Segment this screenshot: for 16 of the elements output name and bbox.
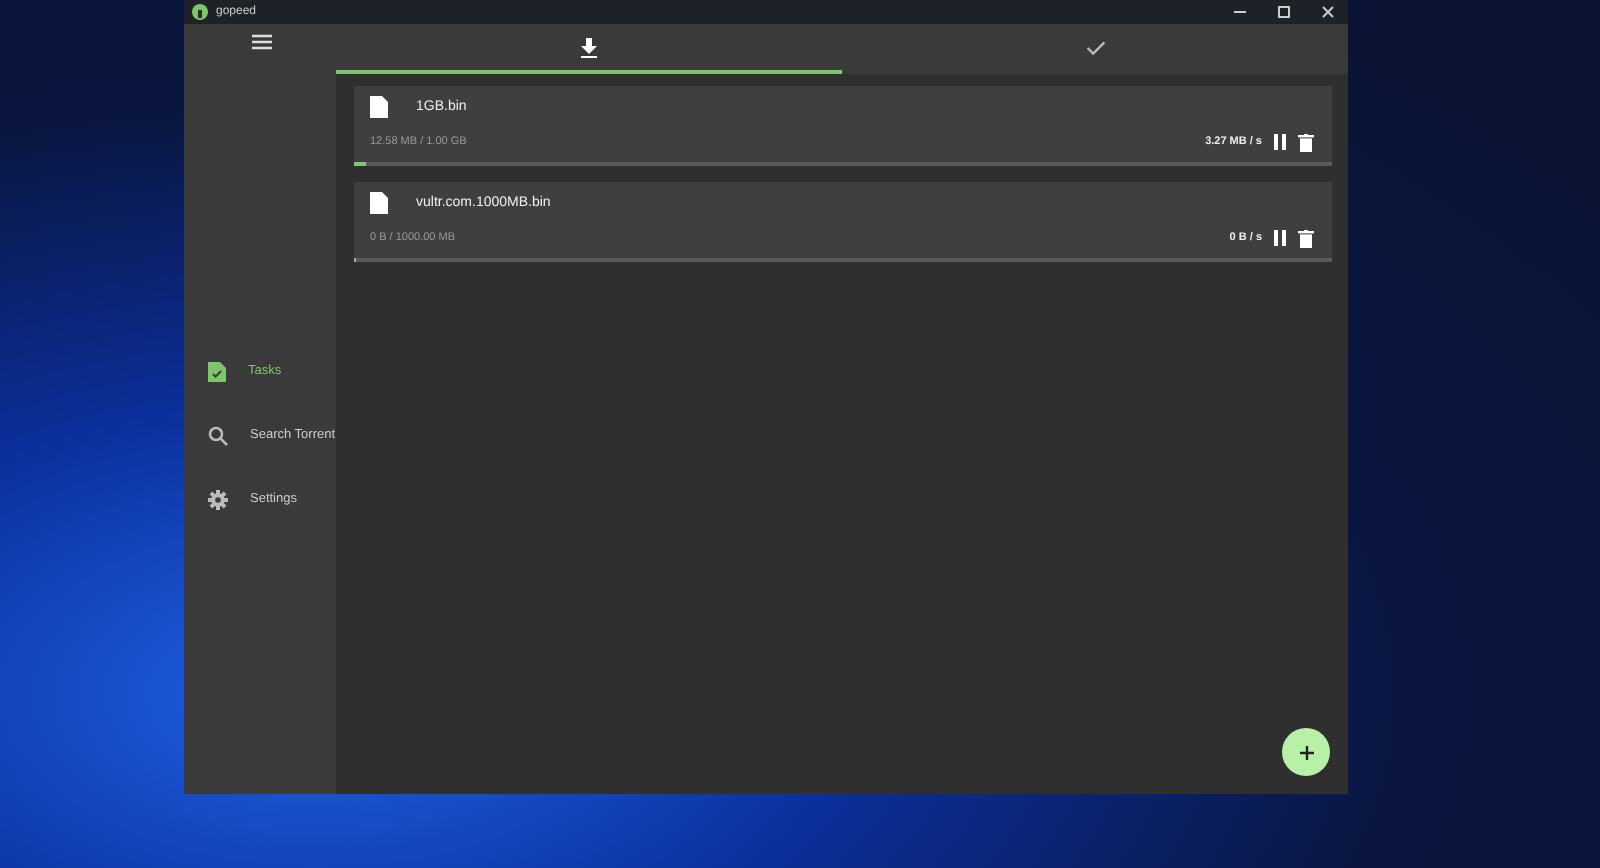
settings-icon — [208, 489, 228, 509]
pause-icon[interactable] — [1274, 134, 1286, 150]
close-icon[interactable] — [1318, 2, 1338, 22]
menu-icon[interactable] — [252, 34, 272, 50]
trash-icon[interactable] — [1298, 133, 1314, 151]
add-button[interactable] — [1282, 728, 1330, 776]
trash-icon[interactable] — [1298, 229, 1314, 247]
file-icon — [370, 95, 388, 117]
file-icon — [370, 191, 388, 213]
download-icon — [580, 37, 598, 57]
check-icon — [1085, 39, 1105, 55]
plus-icon — [1299, 745, 1313, 759]
pause-icon[interactable] — [1274, 230, 1286, 246]
document-icon — [208, 361, 226, 381]
maximize-icon[interactable] — [1274, 2, 1294, 22]
search-icon — [208, 425, 228, 445]
